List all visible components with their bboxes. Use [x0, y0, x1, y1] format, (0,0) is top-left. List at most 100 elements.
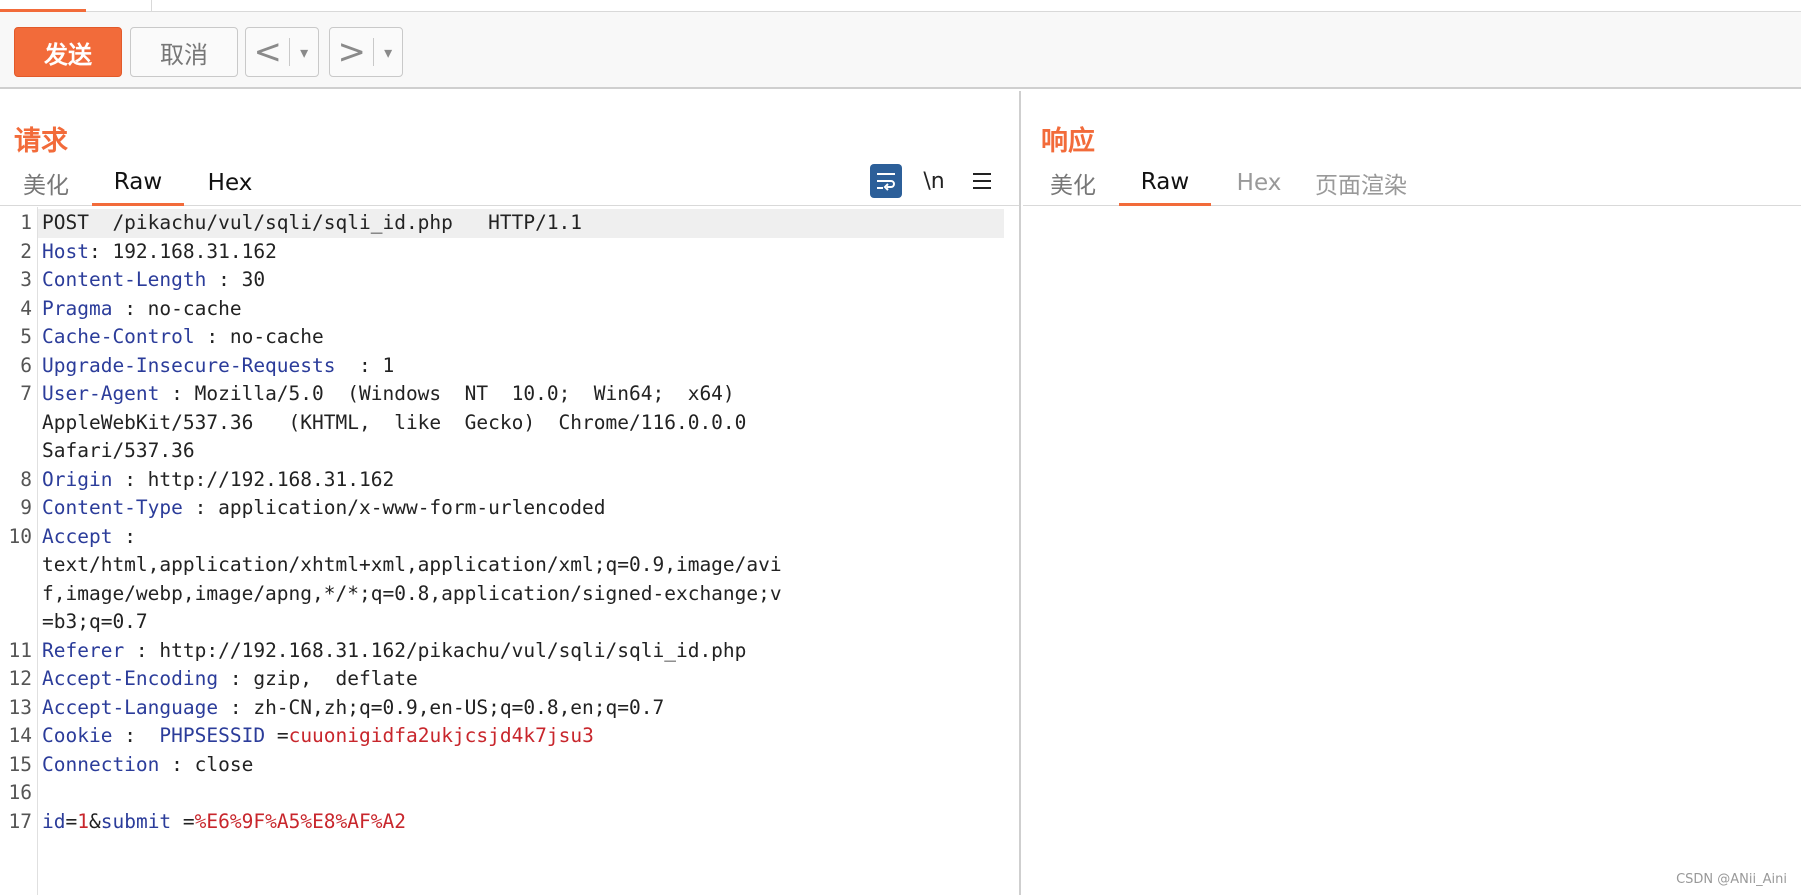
- line-number: 2: [20, 239, 32, 263]
- code-token: Origin: [42, 467, 113, 491]
- code-line: 17 id=1&submit =%E6%9F%A5%E8%AF%A2: [0, 808, 1004, 837]
- code-token: Referer: [42, 638, 125, 662]
- code-token: =b3;q=0.7: [42, 610, 148, 633]
- response-tabs: 美化 Raw Hex 页面渲染: [1023, 160, 1801, 206]
- line-number: 13: [8, 695, 32, 719]
- code-token: Host: [42, 239, 89, 263]
- top-tab-active[interactable]: [0, 0, 86, 12]
- code-token: : Mozilla/5.0 (Windows NT 10.0; Win64; x…: [159, 382, 735, 405]
- code-text: text/html,application/xhtml+xml,applicat…: [42, 551, 782, 580]
- code-token: id: [42, 809, 66, 833]
- cancel-button[interactable]: 取消: [130, 27, 238, 77]
- code-token: AppleWebKit/537.36 (KHTML, like Gecko) C…: [42, 410, 747, 434]
- hamburger-menu-icon[interactable]: [966, 164, 998, 198]
- code-token: f,image/webp,image/apng,*/*;q=0.8,applic…: [42, 581, 782, 605]
- code-text: Accept-Encoding : gzip, deflate: [42, 665, 418, 694]
- code-line: 7 User-Agent : Mozilla/5.0 (Windows NT 10…: [0, 380, 1004, 409]
- code-line: 8 Origin : http://192.168.31.162: [0, 466, 1004, 495]
- code-text: =b3;q=0.7: [42, 608, 148, 637]
- code-text: Accept :: [42, 523, 136, 552]
- code-token: Cache-Control: [42, 325, 195, 348]
- code-token: Content-Length: [42, 268, 207, 291]
- forward-button[interactable]: > ▾: [329, 27, 403, 77]
- line-number: 12: [8, 667, 32, 690]
- request-title: 请求: [14, 126, 68, 157]
- tab-pretty[interactable]: 美化: [1037, 160, 1109, 206]
- code-token: Connection: [42, 752, 160, 776]
- top-tab[interactable]: [86, 0, 152, 12]
- code-token: %E6%9F%A5%E8%AF%A2: [194, 809, 406, 833]
- send-button[interactable]: 发送: [14, 27, 122, 77]
- code-token: text/html,application/xhtml+xml,applicat…: [42, 553, 782, 576]
- line-number: 7: [20, 382, 32, 405]
- top-tab-strip: [0, 0, 1801, 12]
- line-number: 10: [8, 524, 32, 548]
- code-line: =b3;q=0.7: [0, 608, 1004, 637]
- request-editor[interactable]: 1 POST /pikachu/vul/sqli/sqli_id.php HTTP…: [0, 207, 1019, 895]
- code-text: Accept-Language : zh-CN,zh;q=0.9,en-US;q…: [42, 694, 664, 723]
- code-text: Referer : http://192.168.31.162/pikachu/…: [42, 637, 746, 666]
- code-line: 3 Content-Length : 30: [0, 266, 1004, 295]
- line-number: 17: [8, 809, 32, 833]
- tab-pretty[interactable]: 美化: [10, 160, 82, 206]
- chevron-down-icon[interactable]: ▾: [290, 43, 318, 62]
- code-text: f,image/webp,image/apng,*/*;q=0.8,applic…: [42, 580, 782, 609]
- response-pane: 响应 美化 Raw Hex 页面渲染: [1023, 91, 1801, 895]
- tab-raw[interactable]: Raw: [92, 160, 184, 206]
- tab-hex[interactable]: Hex: [1223, 160, 1295, 206]
- code-token: : no-cache: [112, 296, 242, 320]
- code-text: Cache-Control : no-cache: [42, 323, 324, 352]
- code-text: id=1&submit =%E6%9F%A5%E8%AF%A2: [42, 808, 406, 837]
- toolbar: 发送 取消 < ▾ > ▾: [0, 12, 1801, 89]
- code-token: User-Agent: [42, 382, 160, 405]
- code-line: text/html,application/xhtml+xml,applicat…: [0, 551, 1004, 580]
- code-text: POST /pikachu/vul/sqli/sqli_id.php HTTP/…: [42, 209, 582, 238]
- code-token: :: [112, 524, 136, 548]
- request-tools: \n: [854, 163, 998, 199]
- line-number: 8: [20, 467, 32, 491]
- line-number: 3: [20, 268, 32, 291]
- tab-hex[interactable]: Hex: [194, 160, 266, 206]
- code-line: 13 Accept-Language : zh-CN,zh;q=0.9,en-US…: [0, 694, 1004, 723]
- chevron-down-icon[interactable]: ▾: [374, 43, 402, 62]
- code-line: 1 POST /pikachu/vul/sqli/sqli_id.php HTTP…: [20, 209, 1004, 238]
- code-text: AppleWebKit/537.36 (KHTML, like Gecko) C…: [42, 409, 746, 438]
- code-token: : zh-CN,zh;q=0.9,en-US;q=0.8,en;q=0.7: [218, 695, 665, 719]
- code-token: : 30: [206, 268, 266, 291]
- newline-toggle-button[interactable]: \n: [918, 164, 950, 198]
- code-token: Accept-Language: [42, 695, 219, 719]
- code-line: AppleWebKit/537.36 (KHTML, like Gecko) C…: [0, 409, 1004, 438]
- line-number: 4: [20, 296, 32, 320]
- code-line: 9 Content-Type : application/x-www-form-u…: [0, 494, 1004, 523]
- response-title: 响应: [1041, 126, 1095, 157]
- code-token: cuuonigidfa2ukjcsjd4k7jsu3: [288, 724, 594, 747]
- code-line: 15 Connection : close: [0, 751, 1004, 780]
- code-token: POST /pikachu/vul/sqli/sqli_id.php HTTP/…: [42, 211, 583, 234]
- code-token: : application/x-www-form-urlencoded: [182, 496, 606, 519]
- code-line: 4 Pragma : no-cache: [0, 295, 1004, 324]
- code-token: Accept: [42, 524, 113, 548]
- code-token: : http://192.168.31.162/pikachu/vul/sqli…: [124, 638, 747, 662]
- line-number: 11: [8, 638, 32, 662]
- code-line: 14 Cookie : PHPSESSID =cuuonigidfa2ukjcsj…: [0, 722, 1004, 751]
- line-number: 5: [20, 325, 32, 348]
- line-number: 6: [20, 353, 32, 377]
- code-line: 12 Accept-Encoding : gzip, deflate: [0, 665, 1004, 694]
- code-text: Connection : close: [42, 751, 253, 780]
- chevron-right-icon: >: [337, 32, 366, 72]
- request-pane: 请求 美化 Raw Hex \n 1 POST /pikachu/vul/sqli…: [0, 91, 1021, 895]
- line-number: 1: [20, 211, 32, 234]
- code-token: 1: [77, 809, 89, 833]
- wrap-lines-icon[interactable]: [870, 164, 902, 198]
- line-number: 14: [8, 724, 32, 747]
- back-button[interactable]: < ▾: [245, 27, 319, 77]
- code-text: Content-Type : application/x-www-form-ur…: [42, 494, 606, 523]
- code-token: : http://192.168.31.162: [112, 467, 395, 491]
- code-text: Pragma : no-cache: [42, 295, 242, 324]
- code-text: Cookie : PHPSESSID =cuuonigidfa2ukjcsjd4…: [42, 722, 594, 751]
- tab-render[interactable]: 页面渲染: [1305, 160, 1417, 206]
- code-line: f,image/webp,image/apng,*/*;q=0.8,applic…: [0, 580, 1004, 609]
- code-token: : 1: [335, 353, 395, 377]
- chevron-left-icon: <: [253, 32, 282, 72]
- tab-raw[interactable]: Raw: [1119, 160, 1211, 206]
